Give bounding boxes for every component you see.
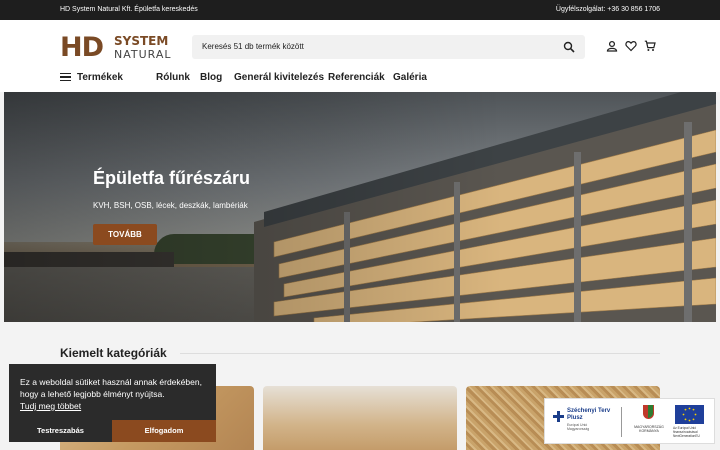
cookie-accept-button[interactable]: Elfogadom [112, 420, 216, 442]
eu-flag-icon [675, 405, 704, 424]
customer-service-phone[interactable]: Ügyfélszolgálat: +36 30 856 1706 [556, 6, 660, 13]
cookie-settings-button[interactable]: Testreszabás [9, 420, 112, 442]
nav-item-general-contracting[interactable]: Generál kivitelezés [234, 72, 324, 83]
szechenyi-line2: Plusz [567, 415, 583, 421]
eu-logo: Az Európai Unió finanszírozásával NextGe… [673, 405, 707, 439]
hungary-government-text: MAGYARORSZÁG KORMÁNYA [634, 425, 664, 433]
cookie-message: Ez a weboldal sütiket használ annak érde… [20, 377, 202, 399]
eu-funding-text: Az Európai Unió finanszírozásával NextGe… [673, 426, 700, 438]
featured-categories-title: Kiemelt kategóriák [60, 346, 167, 360]
szechenyi-logo: Széchenyi Terv Plusz Európai Unió Magyar… [553, 407, 623, 437]
nav-item-about[interactable]: Rólunk [156, 72, 190, 83]
cookie-banner: Ez a weboldal sütiket használ annak érde… [9, 364, 216, 442]
logo-mark: HD [60, 32, 104, 63]
heart-icon[interactable] [625, 40, 637, 52]
szechenyi-small: Európai Unió Magyarország [567, 423, 590, 431]
search-icon[interactable] [563, 41, 575, 53]
hero-banner: Épületfa fűrészáru KVH, BSH, OSB, lécek,… [4, 92, 716, 322]
top-info-bar: HD System Natural Kft. Épületfa keresked… [0, 0, 720, 20]
hero-more-button[interactable]: TOVÁBB [93, 224, 157, 245]
nav-item-products[interactable]: Termékek [77, 72, 123, 83]
cookie-learn-more-link[interactable]: Tudj meg többet [20, 401, 81, 411]
hero-subtitle: KVH, BSH, OSB, lécek, deszkák, lambériák [93, 201, 248, 210]
nav-item-references[interactable]: Referenciák [328, 72, 385, 83]
logo-line2: NATURAL [114, 48, 172, 61]
user-icon[interactable] [606, 40, 618, 52]
site-header: HD SYSTEM NATURAL Keresés 51 db termék k… [0, 20, 720, 92]
section-divider [180, 353, 660, 354]
hungary-government-logo: MAGYARORSZÁG KORMÁNYA [631, 405, 667, 439]
search-placeholder: Keresés 51 db termék között [202, 42, 304, 51]
szechenyi-line1: Széchenyi Terv [567, 408, 611, 414]
funding-separator [621, 407, 622, 437]
hungary-crest-icon [643, 405, 654, 419]
category-card[interactable] [263, 386, 457, 450]
nav-item-gallery[interactable]: Galéria [393, 72, 427, 83]
company-tagline: HD System Natural Kft. Épületfa keresked… [60, 6, 198, 13]
szechenyi-cross-icon [553, 411, 564, 422]
cart-icon[interactable] [644, 40, 656, 52]
hero-title: Épületfa fűrészáru [93, 168, 251, 188]
site-logo[interactable]: HD SYSTEM NATURAL [60, 34, 178, 62]
search-input[interactable]: Keresés 51 db termék között [192, 35, 585, 59]
menu-icon[interactable] [60, 73, 71, 81]
logo-line1: SYSTEM [114, 34, 169, 48]
nav-item-blog[interactable]: Blog [200, 72, 222, 83]
funding-badge[interactable]: Széchenyi Terv Plusz Európai Unió Magyar… [544, 398, 715, 444]
